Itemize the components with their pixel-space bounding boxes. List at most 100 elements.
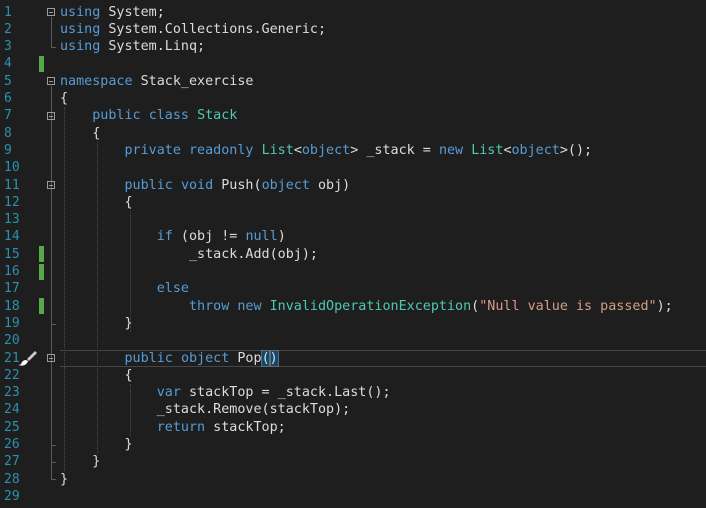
code-token: null (245, 229, 278, 245)
code-text[interactable]: public object Pop() (60, 349, 279, 367)
code-line-29[interactable]: 29 (0, 488, 706, 505)
code-token: Stack_exercise (132, 73, 254, 89)
code-line-9[interactable]: 9 private readonly List<object> _stack =… (0, 142, 706, 159)
line-number: 21 (4, 350, 20, 366)
code-token: _stack.Add(obj); (60, 246, 318, 262)
code-text[interactable]: } (60, 436, 133, 453)
code-line-12[interactable]: 12 { (0, 194, 706, 211)
code-token: public (124, 350, 173, 366)
line-number: 15 (4, 246, 20, 262)
code-text[interactable]: } (60, 453, 100, 470)
code-line-11[interactable]: 11 public void Push(object obj) (0, 177, 706, 194)
code-line-20[interactable]: 20 (0, 332, 706, 349)
code-text[interactable]: { (60, 90, 68, 107)
line-number: 20 (4, 333, 20, 349)
code-editor[interactable]: 1 using System; 2 using System.Collections.… (0, 0, 706, 508)
code-line-14[interactable]: 14 if (obj != null) (0, 228, 706, 245)
code-text[interactable]: if (obj != null) (60, 228, 286, 245)
code-line-28[interactable]: 28} (0, 471, 706, 488)
code-text[interactable]: public void Push(object obj) (60, 177, 351, 194)
code-line-7[interactable]: 7 public class Stack (0, 107, 706, 124)
code-line-8[interactable]: 8 { (0, 125, 706, 142)
line-number: 23 (4, 385, 20, 401)
code-line-23[interactable]: 23 var stackTop = _stack.Last(); (0, 384, 706, 401)
code-token: } (60, 437, 133, 452)
code-token: using (60, 4, 101, 20)
code-line-6[interactable]: 6{ (0, 90, 706, 107)
code-text[interactable]: { (60, 194, 133, 211)
code-text[interactable]: using System.Collections.Generic; (60, 21, 326, 38)
line-number: 25 (4, 419, 20, 435)
line-number: 7 (4, 108, 12, 124)
code-text[interactable]: } (60, 471, 68, 488)
code-token: return (156, 419, 206, 435)
code-token: else (156, 281, 189, 297)
code-token: > _stack = (350, 142, 439, 158)
code-text[interactable]: private readonly List<object> _stack = n… (60, 142, 593, 159)
code-token: void (180, 177, 214, 193)
code-line-26[interactable]: 26 } (0, 436, 706, 453)
code-line-17[interactable]: 17 else (0, 280, 706, 297)
code-line-25[interactable]: 25 return stackTop; (0, 419, 706, 436)
code-token: public (92, 108, 141, 124)
code-token: (obj != (172, 229, 246, 245)
code-token: object (180, 350, 230, 366)
code-line-4[interactable]: 4 (0, 55, 706, 72)
line-number: 26 (4, 437, 20, 452)
code-text[interactable]: using System.Linq; (60, 38, 205, 55)
code-line-5[interactable]: 5 namespace Stack_exercise (0, 73, 706, 90)
code-text[interactable]: throw new InvalidOperationException("Nul… (60, 298, 673, 315)
line-number: 4 (4, 56, 12, 72)
code-text[interactable]: else (60, 280, 189, 297)
code-token: < (503, 142, 512, 158)
code-token: } (60, 471, 69, 487)
code-token: _stack.Remove(stackTop); (60, 402, 351, 418)
code-text[interactable]: } (60, 315, 132, 332)
code-text[interactable]: var stackTop = _stack.Last(); (60, 384, 391, 401)
code-text[interactable]: _stack.Add(obj); (60, 246, 318, 263)
code-line-18[interactable]: 18 throw new InvalidOperationException("… (0, 298, 706, 315)
code-line-22[interactable]: 22 { (0, 367, 706, 384)
line-number: 28 (4, 471, 20, 487)
code-line-13[interactable]: 13 (0, 211, 706, 228)
line-number: 18 (4, 298, 20, 314)
code-token: "Null value is passed" (479, 298, 657, 314)
line-number: 29 (4, 488, 20, 504)
code-text[interactable]: namespace Stack_exercise (60, 73, 254, 90)
code-line-24[interactable]: 24 _stack.Remove(stackTop); (0, 401, 706, 418)
code-token: new (438, 142, 464, 158)
code-line-15[interactable]: 15 _stack.Add(obj); (0, 246, 706, 263)
code-line-10[interactable]: 10 (0, 159, 706, 176)
code-text[interactable]: { (60, 367, 133, 384)
code-line-27[interactable]: 27 } (0, 453, 706, 470)
code-token: List (471, 142, 504, 158)
code-token: obj) (309, 177, 351, 193)
line-number: 10 (4, 160, 20, 176)
code-line-16[interactable]: 16 (0, 263, 706, 280)
line-number: 13 (4, 212, 20, 228)
code-token: new (237, 298, 262, 314)
code-token: { (60, 367, 133, 383)
code-token: System; (100, 4, 165, 20)
code-text[interactable]: using System; (60, 4, 165, 21)
code-text[interactable]: return stackTop; (60, 419, 286, 436)
code-text[interactable]: _stack.Remove(stackTop); (60, 401, 351, 418)
code-token: throw (189, 298, 230, 314)
code-line-3[interactable]: 3 using System.Linq; (0, 38, 706, 55)
code-line-21[interactable]: 21 public object Pop() (0, 349, 706, 367)
code-line-19[interactable]: 19 } (0, 315, 706, 332)
code-line-1[interactable]: 1 using System; (0, 4, 706, 21)
code-token: ) (277, 229, 286, 245)
code-text[interactable]: public class Stack (60, 107, 237, 124)
code-token: { (60, 194, 133, 210)
code-text[interactable]: { (60, 125, 100, 142)
code-token: System.Collections.Generic; (100, 21, 327, 37)
code-token: Push( (213, 177, 262, 193)
line-number: 11 (4, 177, 20, 193)
code-line-2[interactable]: 2 using System.Collections.Generic; (0, 21, 706, 38)
